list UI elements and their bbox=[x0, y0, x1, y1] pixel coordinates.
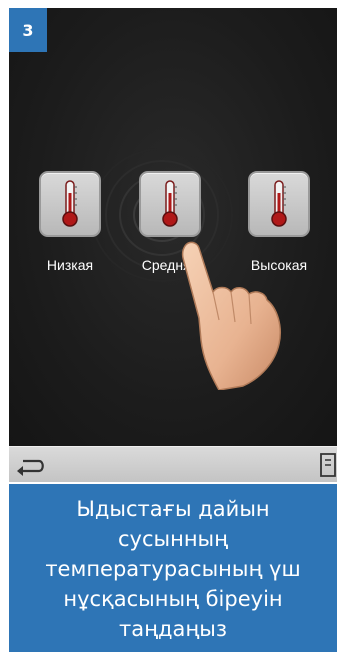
back-arrow-icon[interactable] bbox=[13, 451, 47, 479]
option-low-tile[interactable] bbox=[39, 171, 101, 237]
thermometer-icon bbox=[62, 180, 78, 227]
thermometer-icon bbox=[271, 180, 287, 227]
pointing-hand-icon bbox=[181, 241, 281, 390]
option-low-label: Низкая bbox=[46, 257, 94, 273]
step-badge: 3 bbox=[9, 8, 47, 52]
bottom-toolbar bbox=[9, 446, 337, 482]
instruction-caption: Ыдыстағы дайын сусынның температурасының… bbox=[9, 484, 337, 652]
thermometer-icon bbox=[162, 180, 178, 227]
device-screen: 3 Низкая Средняя Высокая bbox=[9, 8, 337, 446]
option-medium-tile[interactable] bbox=[139, 171, 201, 237]
option-high-tile[interactable] bbox=[248, 171, 310, 237]
option-low[interactable]: Низкая bbox=[37, 171, 103, 273]
cup-icon[interactable] bbox=[319, 450, 337, 480]
